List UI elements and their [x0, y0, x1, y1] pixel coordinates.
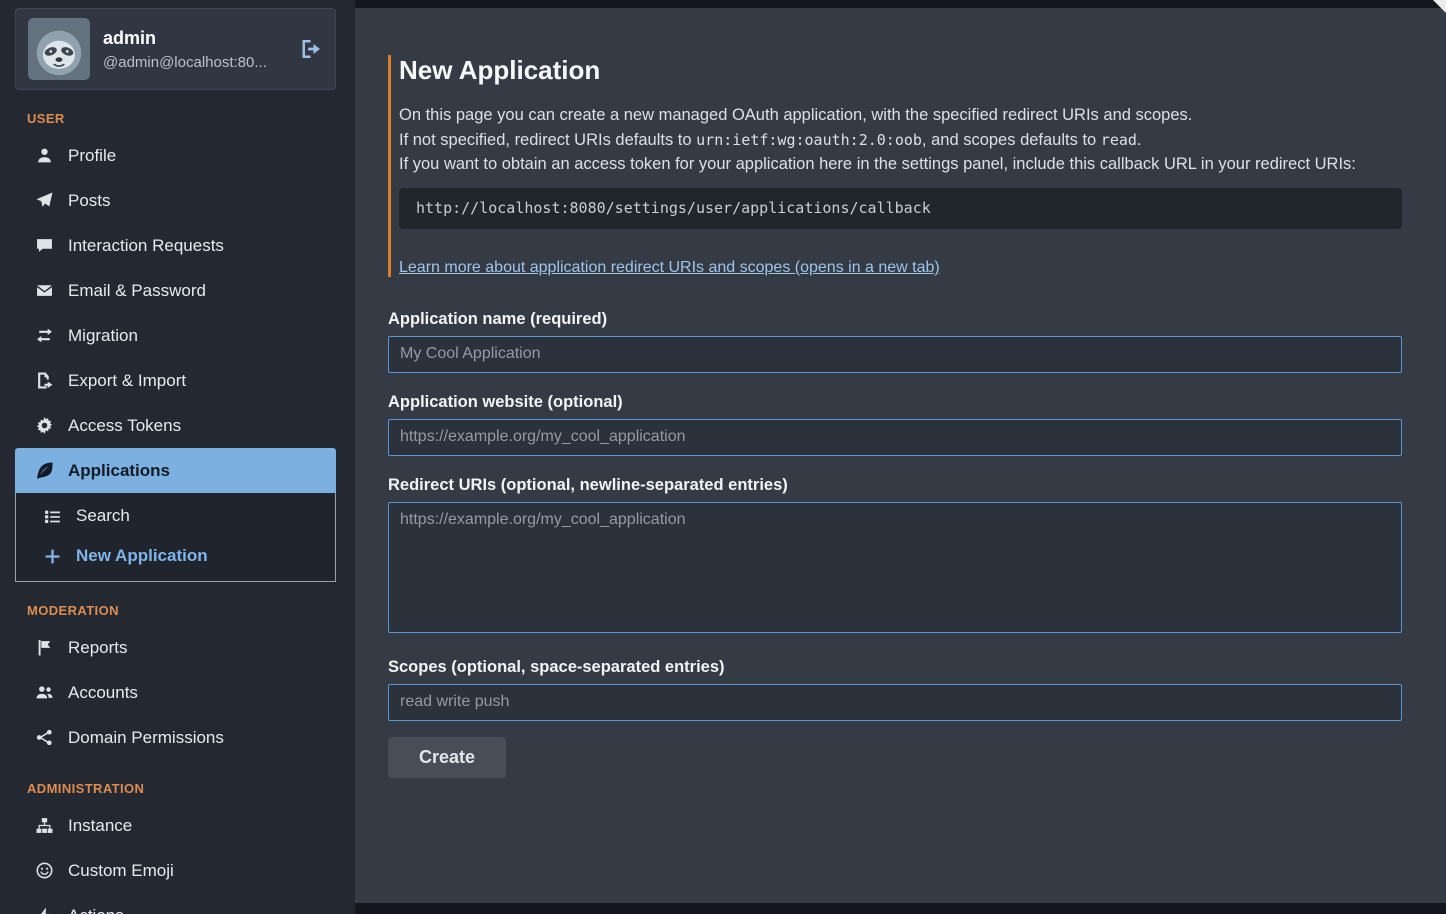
- main-panel: New Application On this page you can cre…: [355, 8, 1446, 903]
- learn-more-link[interactable]: Learn more about application redirect UR…: [399, 259, 940, 277]
- intro-line-3: If you want to obtain an access token fo…: [399, 152, 1402, 177]
- sidebar-item-access-tokens[interactable]: Access Tokens: [15, 403, 336, 448]
- sidebar-item-label: Reports: [68, 638, 128, 658]
- application-website-group: Application website (optional): [388, 393, 1402, 456]
- paper-plane-icon: [34, 192, 54, 209]
- application-name-group: Application name (required): [388, 310, 1402, 373]
- scopes-group: Scopes (optional, space-separated entrie…: [388, 658, 1402, 721]
- redirect-uris-label: Redirect URIs (optional, newline-separat…: [388, 476, 1402, 495]
- sitemap-icon: [34, 817, 54, 834]
- sidebar-item-actions[interactable]: Actions: [15, 893, 336, 914]
- intro-line-2: If not specified, redirect URIs defaults…: [399, 128, 1402, 153]
- sidebar-item-posts[interactable]: Posts: [15, 178, 336, 223]
- app-root: admin @admin@localhost:80... USER Profil…: [0, 0, 1446, 914]
- feather-pen-icon: [34, 462, 54, 479]
- sidebar-item-label: Search: [76, 506, 130, 526]
- list-icon: [42, 508, 62, 525]
- user-name: admin: [103, 28, 286, 49]
- application-website-input[interactable]: [388, 419, 1402, 456]
- application-website-label: Application website (optional): [388, 393, 1402, 412]
- intro-text: On this page you can create a new manage…: [399, 103, 1402, 177]
- sidebar-item-reports[interactable]: Reports: [15, 625, 336, 670]
- create-button[interactable]: Create: [388, 737, 506, 778]
- envelope-icon: [34, 282, 54, 299]
- plus-icon: [42, 548, 62, 565]
- bolt-icon: [34, 907, 54, 914]
- sidebar-item-label: New Application: [76, 546, 208, 566]
- exchange-arrows-icon: [34, 327, 54, 344]
- smiley-icon: [34, 862, 54, 879]
- user-handle: @admin@localhost:80...: [103, 54, 286, 71]
- sidebar-item-profile[interactable]: Profile: [15, 133, 336, 178]
- user-icon: [34, 147, 54, 164]
- callback-url-block: http://localhost:8080/settings/user/appl…: [399, 188, 1402, 229]
- sidebar-item-label: Posts: [68, 191, 111, 211]
- read-scope-code: read: [1101, 131, 1137, 149]
- redirect-uris-group: Redirect URIs (optional, newline-separat…: [388, 476, 1402, 638]
- sidebar-item-migration[interactable]: Migration: [15, 313, 336, 358]
- sidebar-item-custom-emoji[interactable]: Custom Emoji: [15, 848, 336, 893]
- file-export-icon: [34, 372, 54, 389]
- sidebar-item-label: Access Tokens: [68, 416, 181, 436]
- intro-line-2-text: If not specified, redirect URIs defaults…: [399, 131, 696, 149]
- comment-icon: [34, 237, 54, 254]
- sidebar-item-label: Migration: [68, 326, 138, 346]
- page-title: New Application: [399, 55, 1402, 86]
- callback-url: http://localhost:8080/settings/user/appl…: [416, 199, 931, 217]
- sidebar-item-search[interactable]: Search: [16, 496, 335, 536]
- sidebar-item-label: Profile: [68, 146, 116, 166]
- application-name-input[interactable]: [388, 336, 1402, 373]
- token-gear-icon: [34, 417, 54, 434]
- sidebar-item-label: Interaction Requests: [68, 236, 224, 256]
- sidebar-item-instance[interactable]: Instance: [15, 803, 336, 848]
- logout-icon[interactable]: [299, 37, 323, 61]
- page-header: New Application On this page you can cre…: [388, 55, 1402, 277]
- sidebar: admin @admin@localhost:80... USER Profil…: [0, 0, 355, 914]
- redirect-uris-textarea[interactable]: [388, 502, 1402, 633]
- applications-submenu: Search New Application: [15, 493, 336, 582]
- sidebar-item-export-import[interactable]: Export & Import: [15, 358, 336, 403]
- section-label-moderation: MODERATION: [27, 603, 336, 618]
- section-label-administration: ADMINISTRATION: [27, 781, 336, 796]
- sidebar-item-label: Applications: [68, 461, 170, 481]
- sidebar-item-domain-permissions[interactable]: Domain Permissions: [15, 715, 336, 760]
- user-info: admin @admin@localhost:80...: [103, 28, 286, 71]
- sidebar-item-label: Custom Emoji: [68, 861, 174, 881]
- scopes-label: Scopes (optional, space-separated entrie…: [388, 658, 1402, 677]
- sidebar-item-label: Export & Import: [68, 371, 186, 391]
- sidebar-nav: USER Profile Posts Interaction Requests …: [15, 111, 336, 914]
- avatar: [28, 18, 90, 80]
- sidebar-item-applications[interactable]: Applications: [15, 448, 336, 493]
- sidebar-item-interaction-requests[interactable]: Interaction Requests: [15, 223, 336, 268]
- sidebar-item-label: Accounts: [68, 683, 138, 703]
- intro-line-2-text: , and scopes defaults to: [922, 131, 1101, 149]
- application-name-label: Application name (required): [388, 310, 1402, 329]
- scopes-input[interactable]: [388, 684, 1402, 721]
- sidebar-item-label: Instance: [68, 816, 132, 836]
- sidebar-item-label: Email & Password: [68, 281, 206, 301]
- sidebar-item-label: Actions: [68, 906, 124, 914]
- network-nodes-icon: [34, 729, 54, 746]
- sidebar-item-email-password[interactable]: Email & Password: [15, 268, 336, 313]
- sidebar-item-accounts[interactable]: Accounts: [15, 670, 336, 715]
- section-label-user: USER: [27, 111, 336, 126]
- sidebar-item-new-application[interactable]: New Application: [16, 536, 335, 576]
- flag-icon: [34, 639, 54, 656]
- intro-line-1: On this page you can create a new manage…: [399, 103, 1402, 128]
- intro-line-2-text: .: [1137, 131, 1142, 149]
- oob-uri-code: urn:ietf:wg:oauth:2.0:oob: [696, 131, 922, 149]
- scrollbar-corner: [1433, 0, 1446, 13]
- sidebar-item-label: Domain Permissions: [68, 728, 224, 748]
- user-card[interactable]: admin @admin@localhost:80...: [15, 8, 336, 90]
- new-application-form: Application name (required) Application …: [388, 310, 1402, 778]
- users-icon: [34, 684, 54, 701]
